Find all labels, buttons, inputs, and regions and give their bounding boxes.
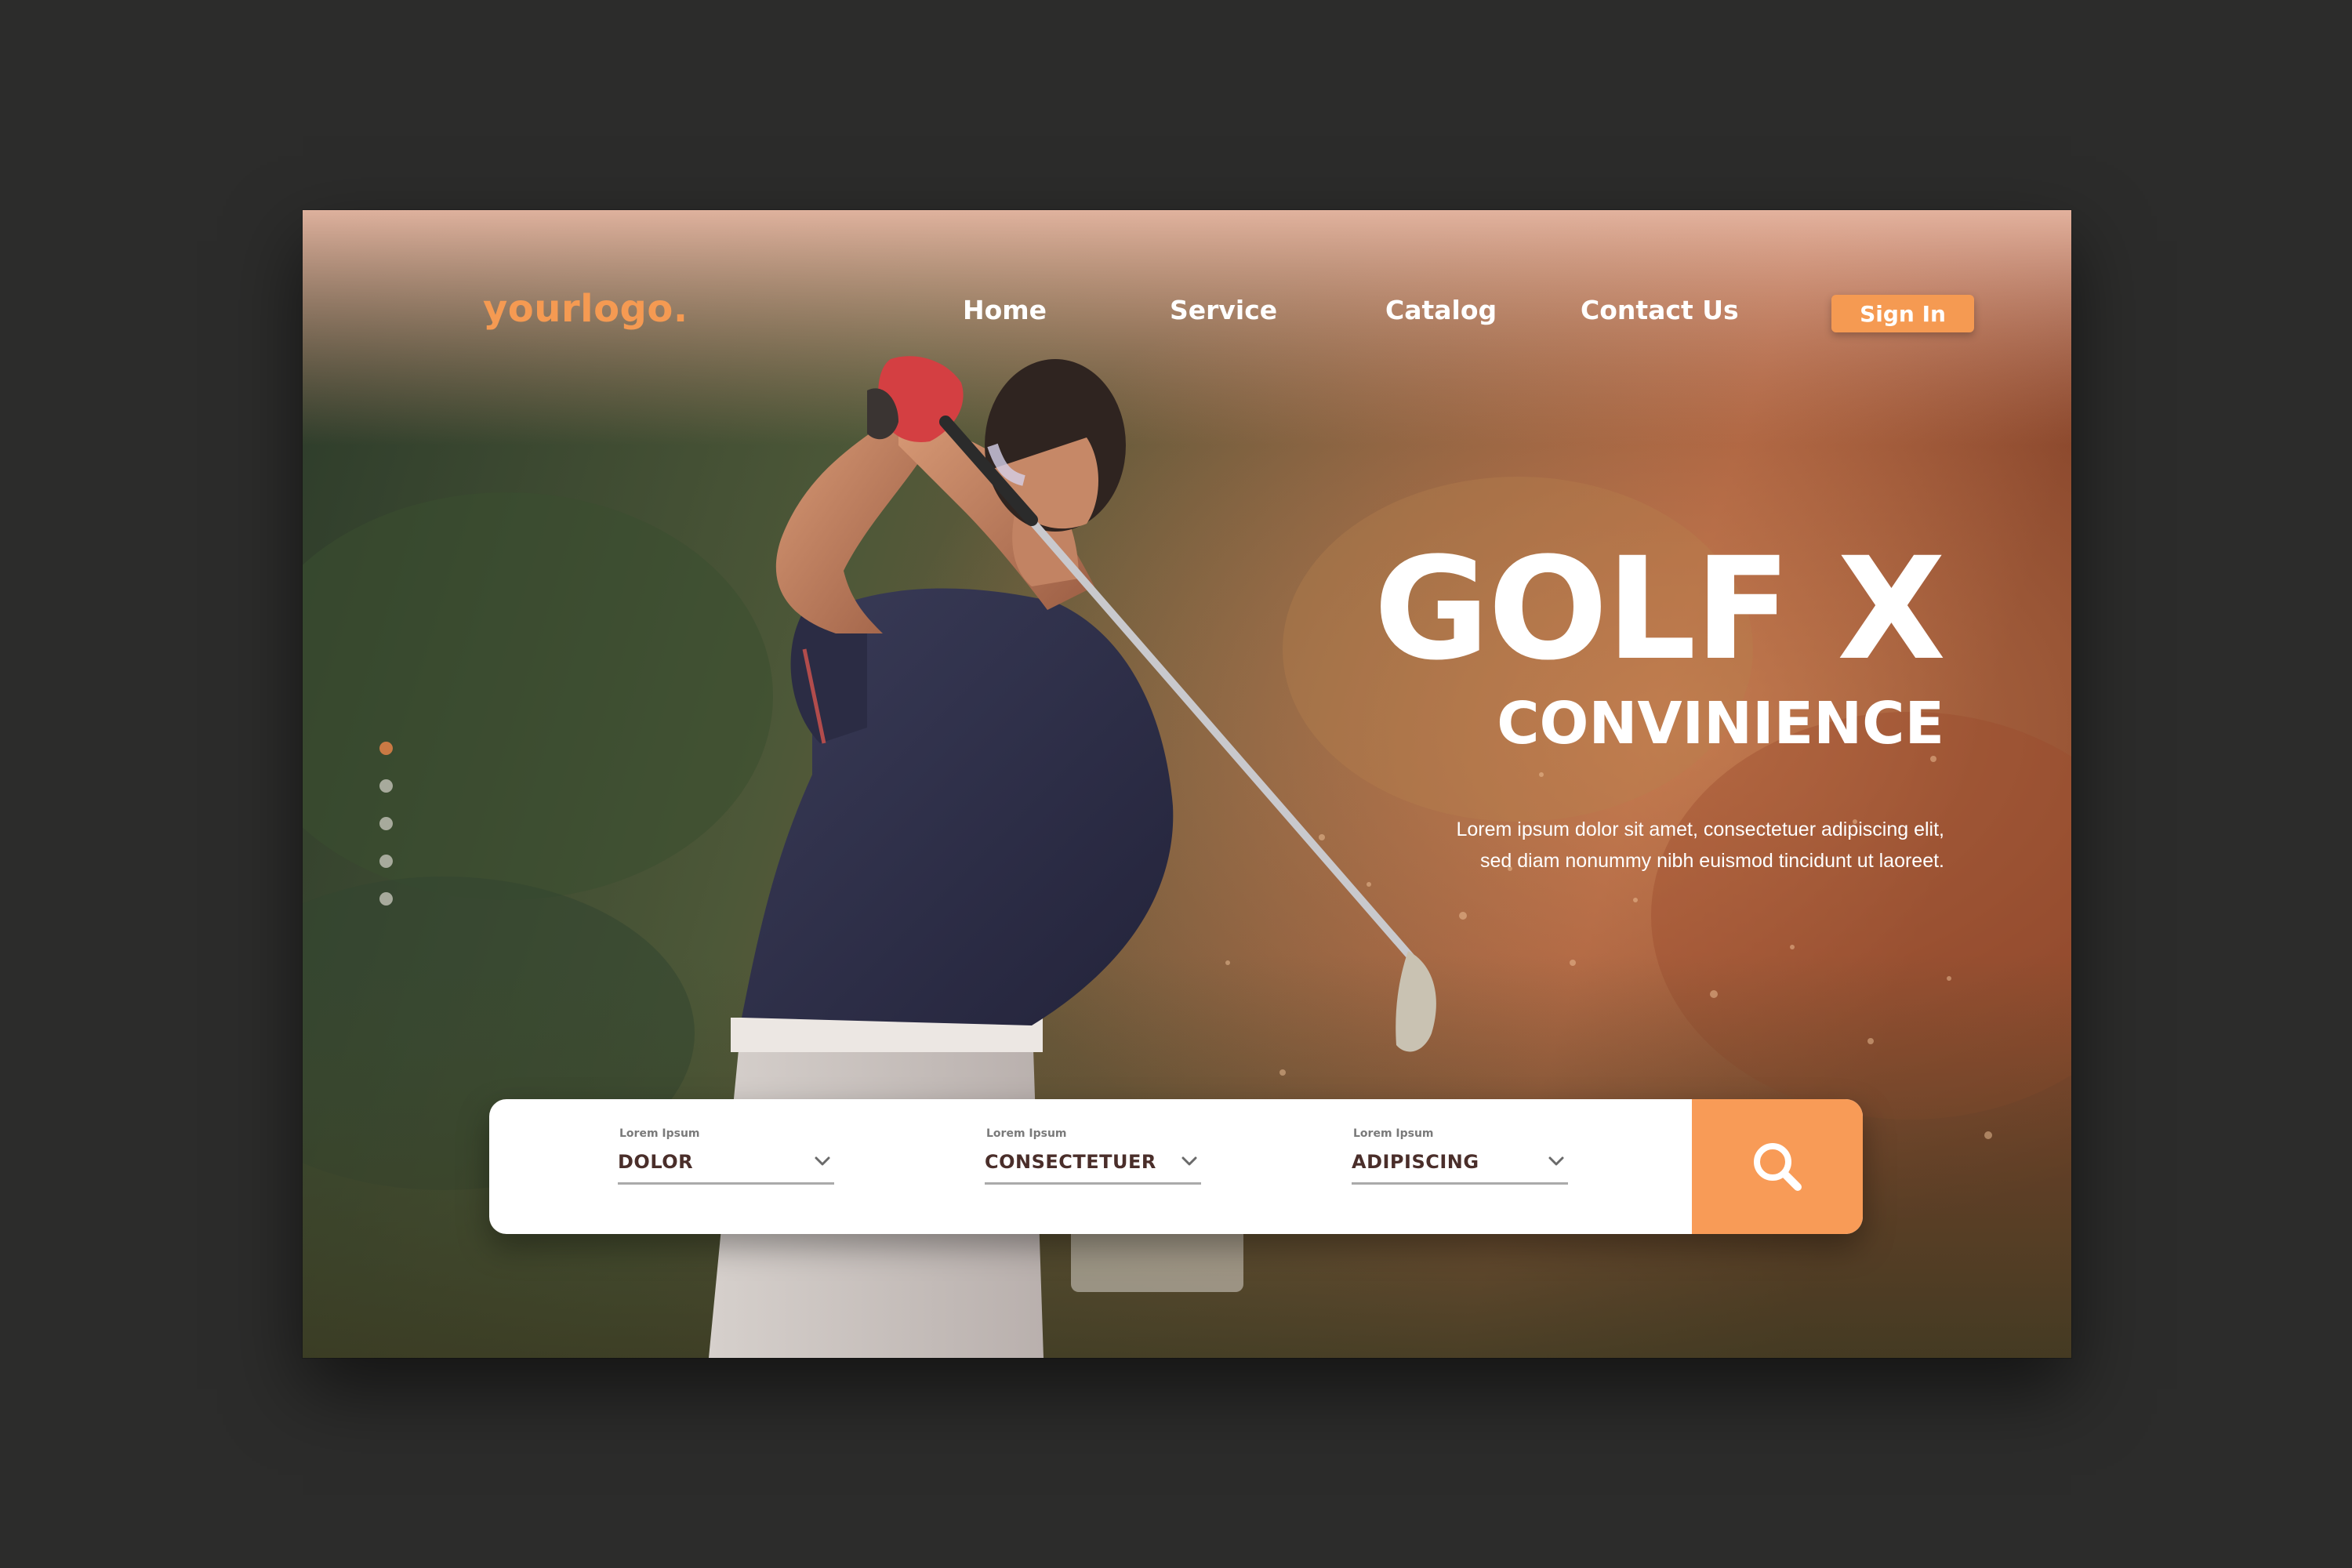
carousel-dot-1[interactable]	[379, 742, 393, 755]
search-field-consectetuer[interactable]: Lorem Ipsum CONSECTETUER	[985, 1127, 1201, 1185]
search-field-adipiscing[interactable]: Lorem Ipsum ADIPISCING	[1352, 1127, 1568, 1185]
carousel-dots	[379, 742, 395, 930]
carousel-dot-3[interactable]	[379, 817, 393, 830]
field-label: Lorem Ipsum	[986, 1127, 1067, 1140]
carousel-dot-5[interactable]	[379, 892, 393, 906]
search-field-dolor[interactable]: Lorem Ipsum DOLOR	[618, 1127, 834, 1185]
sign-in-button[interactable]: Sign In	[1831, 295, 1974, 332]
sign-in-label: Sign In	[1860, 300, 1946, 327]
carousel-dot-2[interactable]	[379, 779, 393, 793]
search-button[interactable]	[1692, 1099, 1863, 1234]
hero-title: GOLF X	[1374, 528, 1946, 691]
field-label: Lorem Ipsum	[1353, 1127, 1434, 1140]
nav-home[interactable]: Home	[963, 295, 1047, 325]
field-label: Lorem Ipsum	[619, 1127, 700, 1140]
chevron-down-icon	[815, 1156, 830, 1166]
field-value: CONSECTETUER	[985, 1151, 1156, 1173]
search-bar: Lorem Ipsum DOLOR Lorem Ipsum CONSECTETU…	[489, 1099, 1863, 1234]
carousel-dot-4[interactable]	[379, 855, 393, 868]
nav-service[interactable]: Service	[1170, 295, 1277, 325]
search-icon	[1754, 1143, 1802, 1191]
nav-contact-us[interactable]: Contact Us	[1581, 295, 1739, 325]
nav-catalog[interactable]: Catalog	[1385, 295, 1497, 325]
logo[interactable]: yourlogo.	[483, 287, 688, 331]
field-value: DOLOR	[618, 1151, 694, 1173]
chevron-down-icon	[1548, 1156, 1564, 1166]
chevron-down-icon	[1181, 1156, 1197, 1166]
field-value: ADIPISCING	[1352, 1151, 1479, 1173]
hero-subtitle: CONVINIENCE	[1497, 690, 1944, 757]
hero-description: Lorem ipsum dolor sit amet, consectetuer…	[1456, 818, 1944, 872]
landing-page: yourlogo. Home Service Catalog Contact U…	[303, 210, 2071, 1358]
